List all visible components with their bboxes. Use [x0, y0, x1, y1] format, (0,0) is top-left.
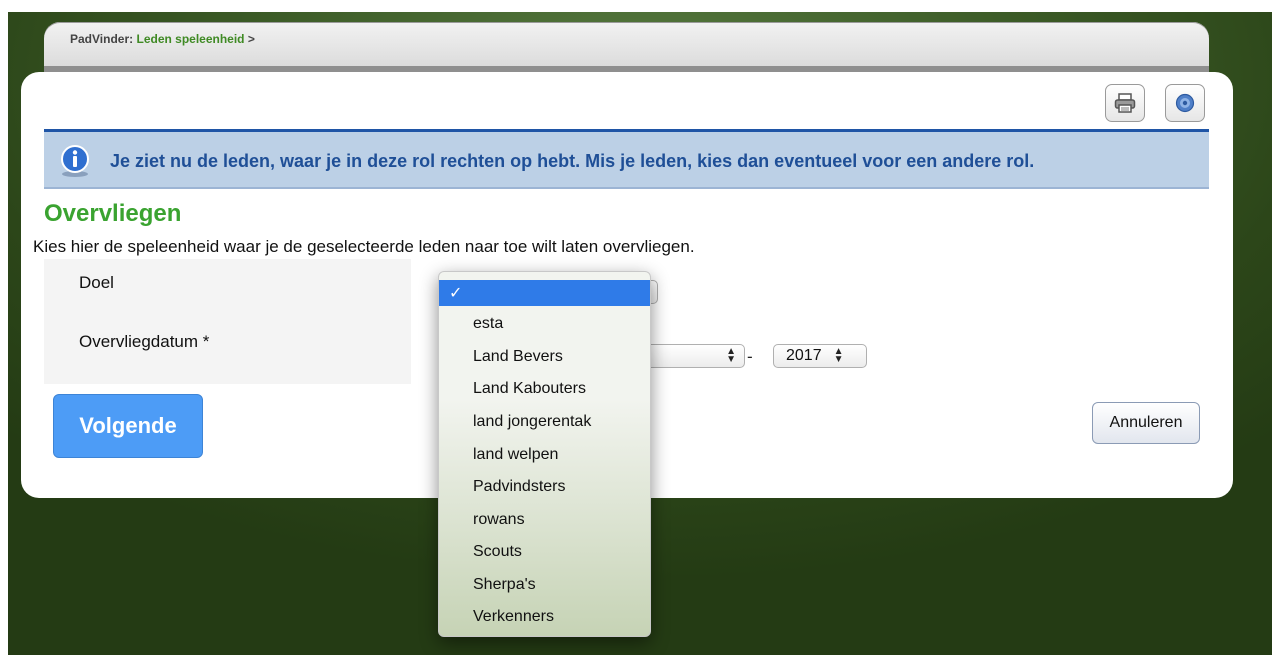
- overvliegdatum-label: Overvliegdatum *: [79, 332, 209, 352]
- breadcrumb-bar: PadVinder: Leden speleenheid >: [44, 22, 1209, 72]
- dropdown-option[interactable]: Land Kabouters: [439, 376, 650, 402]
- dropdown-option[interactable]: Padvindsters: [439, 474, 650, 500]
- doel-label: Doel: [79, 273, 114, 292]
- dropdown-option[interactable]: esta: [439, 311, 650, 337]
- right-edge: [1272, 0, 1280, 655]
- year-select[interactable]: 2017 ▲ ▼: [773, 344, 867, 368]
- breadcrumb-separator: >: [247, 32, 255, 46]
- select-arrows-icon: ▲ ▼: [726, 346, 736, 365]
- year-value: 2017: [786, 347, 822, 364]
- top-edge: [0, 0, 1280, 12]
- info-icon: [61, 145, 89, 177]
- info-banner: Je ziet nu de leden, waar je in deze rol…: [44, 129, 1209, 189]
- dropdown-option[interactable]: land jongerentak: [439, 409, 650, 435]
- overvliegdatum-label-text: Overvliegdatum: [79, 332, 199, 351]
- dropdown-option[interactable]: rowans: [439, 507, 650, 533]
- info-message: Je ziet nu de leden, waar je in deze rol…: [110, 151, 1035, 171]
- dropdown-option[interactable]: Sherpa's: [439, 572, 650, 598]
- section-description: Kies hier de speleenheid waar je de gese…: [33, 237, 695, 256]
- doel-dropdown-list[interactable]: ✓ esta Land Bevers Land Kabouters land j…: [438, 271, 651, 637]
- section-title: Overvliegen: [44, 200, 182, 227]
- print-button[interactable]: [1105, 84, 1145, 122]
- breadcrumb-current-link[interactable]: Leden speleenheid: [136, 32, 244, 46]
- required-marker: *: [202, 332, 210, 351]
- left-edge: [0, 0, 8, 655]
- dropdown-option[interactable]: Scouts: [439, 539, 650, 565]
- select-arrows-icon: ▲ ▼: [833, 346, 844, 365]
- breadcrumb-root: PadVinder:: [70, 32, 134, 46]
- date-separator: -: [747, 347, 753, 366]
- help-button[interactable]: [1165, 84, 1205, 122]
- cancel-button[interactable]: Annuleren: [1092, 402, 1200, 444]
- dropdown-option[interactable]: land welpen: [439, 442, 650, 468]
- dropdown-option[interactable]: Verkenners: [439, 604, 650, 630]
- printer-icon: [1114, 93, 1136, 113]
- breadcrumb: PadVinder: Leden speleenheid >: [70, 32, 255, 46]
- dropdown-option-empty-selected[interactable]: ✓: [439, 280, 650, 306]
- dropdown-option[interactable]: Land Bevers: [439, 344, 650, 370]
- next-button[interactable]: Volgende: [53, 394, 203, 458]
- help-icon: [1175, 93, 1195, 113]
- checkmark-icon: ✓: [449, 285, 463, 302]
